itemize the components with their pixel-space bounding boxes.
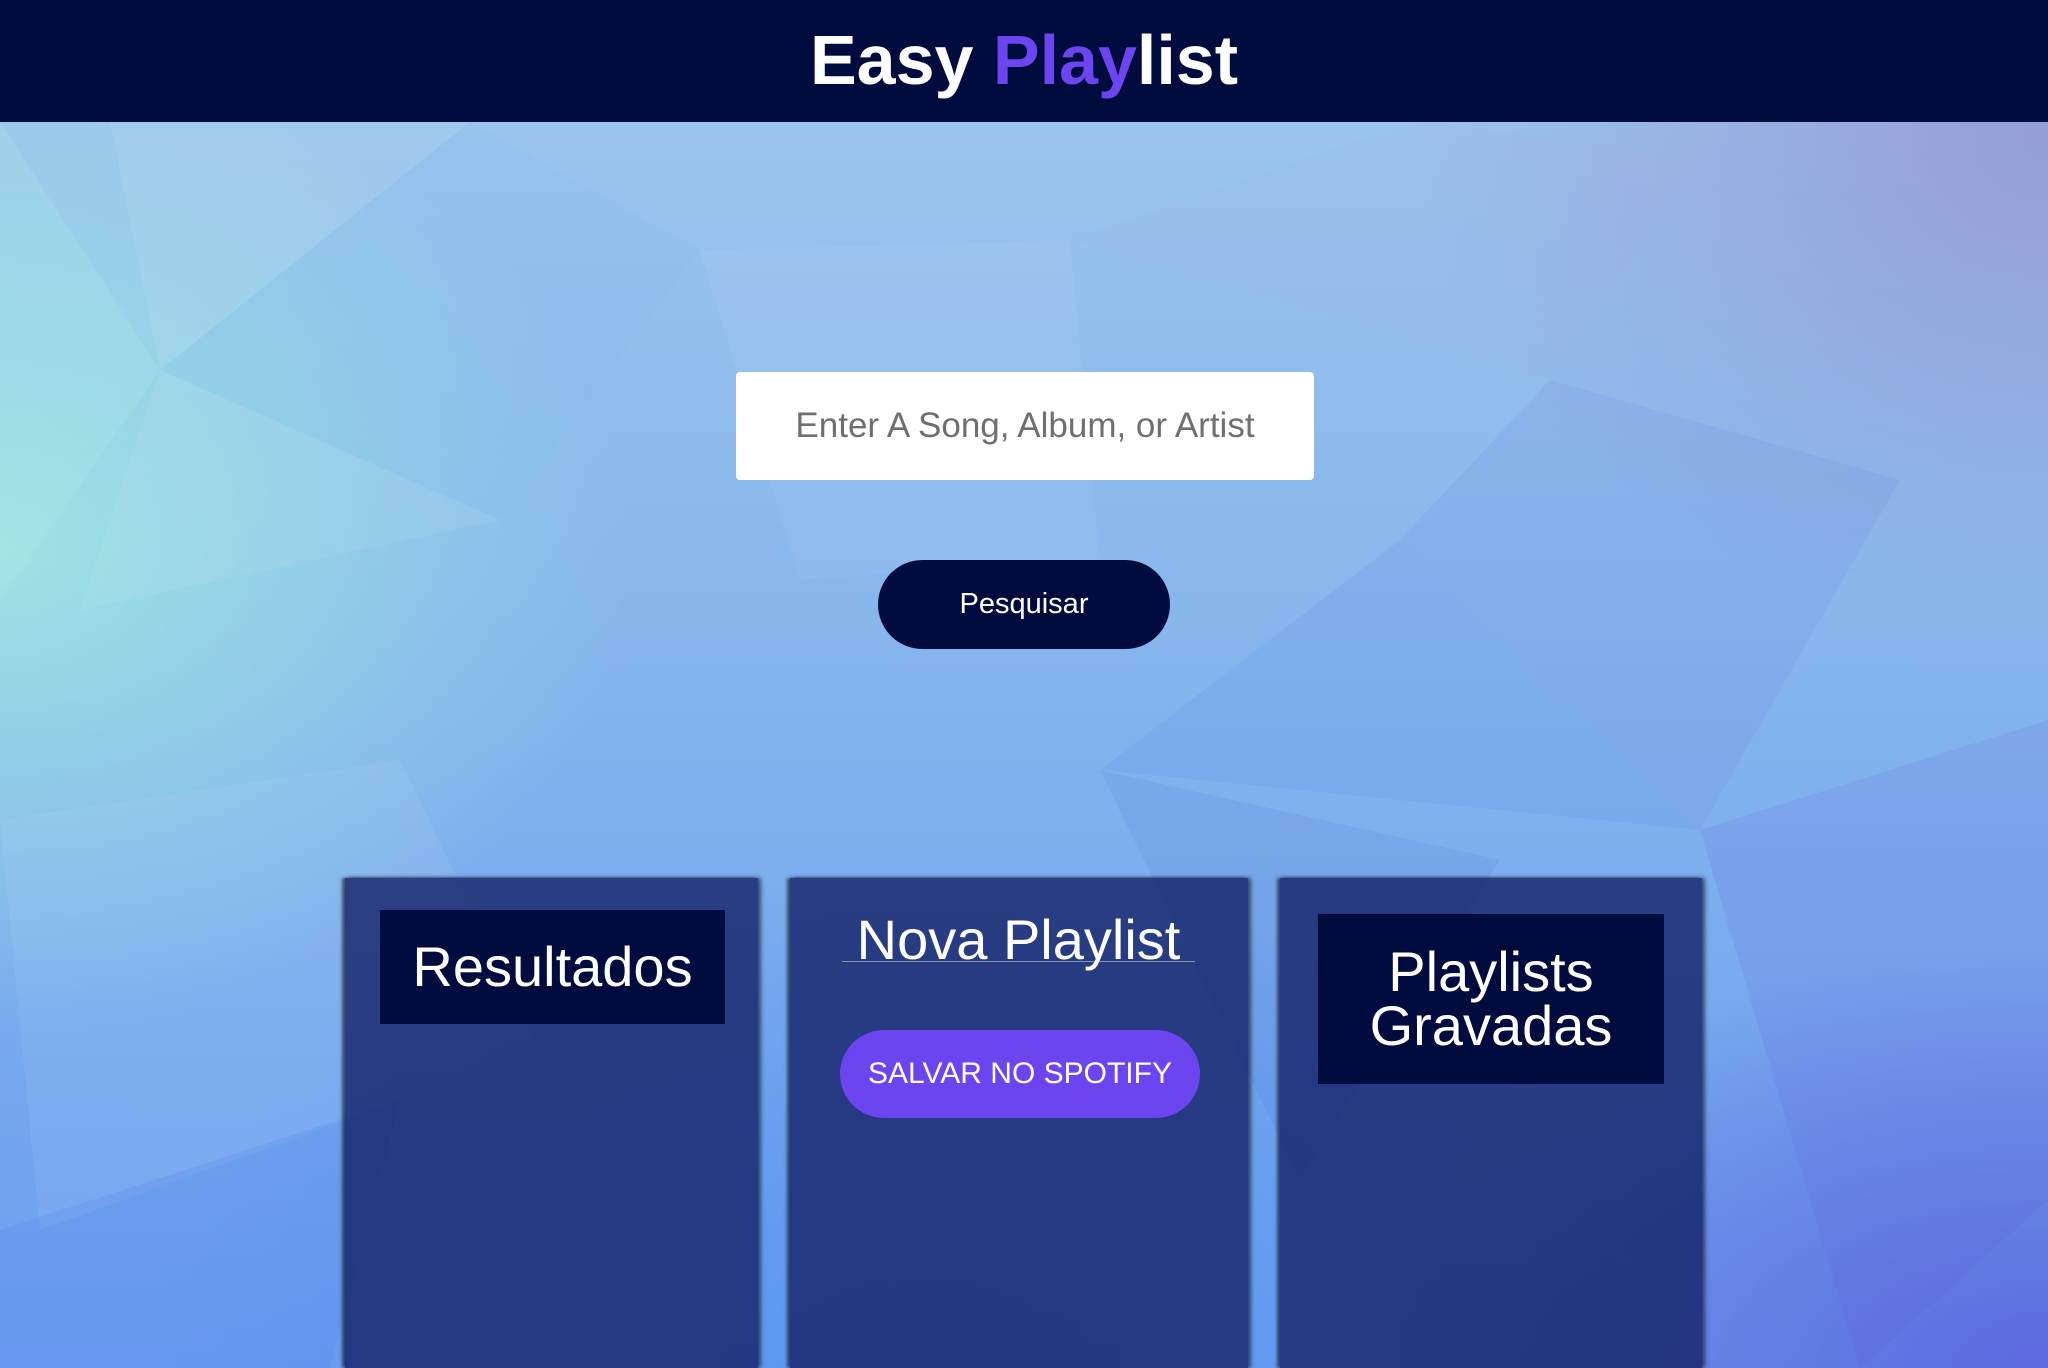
playlist-name-field[interactable]: Nova Playlist	[842, 912, 1195, 968]
results-panel: Resultados	[345, 878, 758, 1368]
logo-text-list: list	[1136, 21, 1239, 99]
app-header: Easy Playlist	[0, 0, 2048, 122]
logo-text-play: Play	[992, 21, 1137, 99]
saved-title-line2: Gravadas	[1369, 994, 1613, 1057]
search-input[interactable]	[736, 372, 1314, 480]
saved-playlists-panel: Playlists Gravadas	[1280, 878, 1702, 1368]
results-title: Resultados	[412, 935, 693, 998]
playlist-panel: Nova Playlist SALVAR NO SPOTIFY	[790, 878, 1248, 1368]
results-title-box: Resultados	[380, 910, 725, 1024]
saved-title-line1: Playlists	[1388, 940, 1594, 1003]
search-button[interactable]: Pesquisar	[878, 560, 1170, 649]
save-to-spotify-button[interactable]: SALVAR NO SPOTIFY	[840, 1030, 1200, 1118]
saved-playlists-title: Playlists Gravadas	[1369, 940, 1613, 1057]
app-logo: Easy Playlist	[810, 25, 1238, 95]
logo-text-easy: Easy	[809, 21, 993, 99]
playlist-name-value: Nova Playlist	[856, 908, 1181, 971]
saved-playlists-title-box: Playlists Gravadas	[1318, 914, 1664, 1084]
